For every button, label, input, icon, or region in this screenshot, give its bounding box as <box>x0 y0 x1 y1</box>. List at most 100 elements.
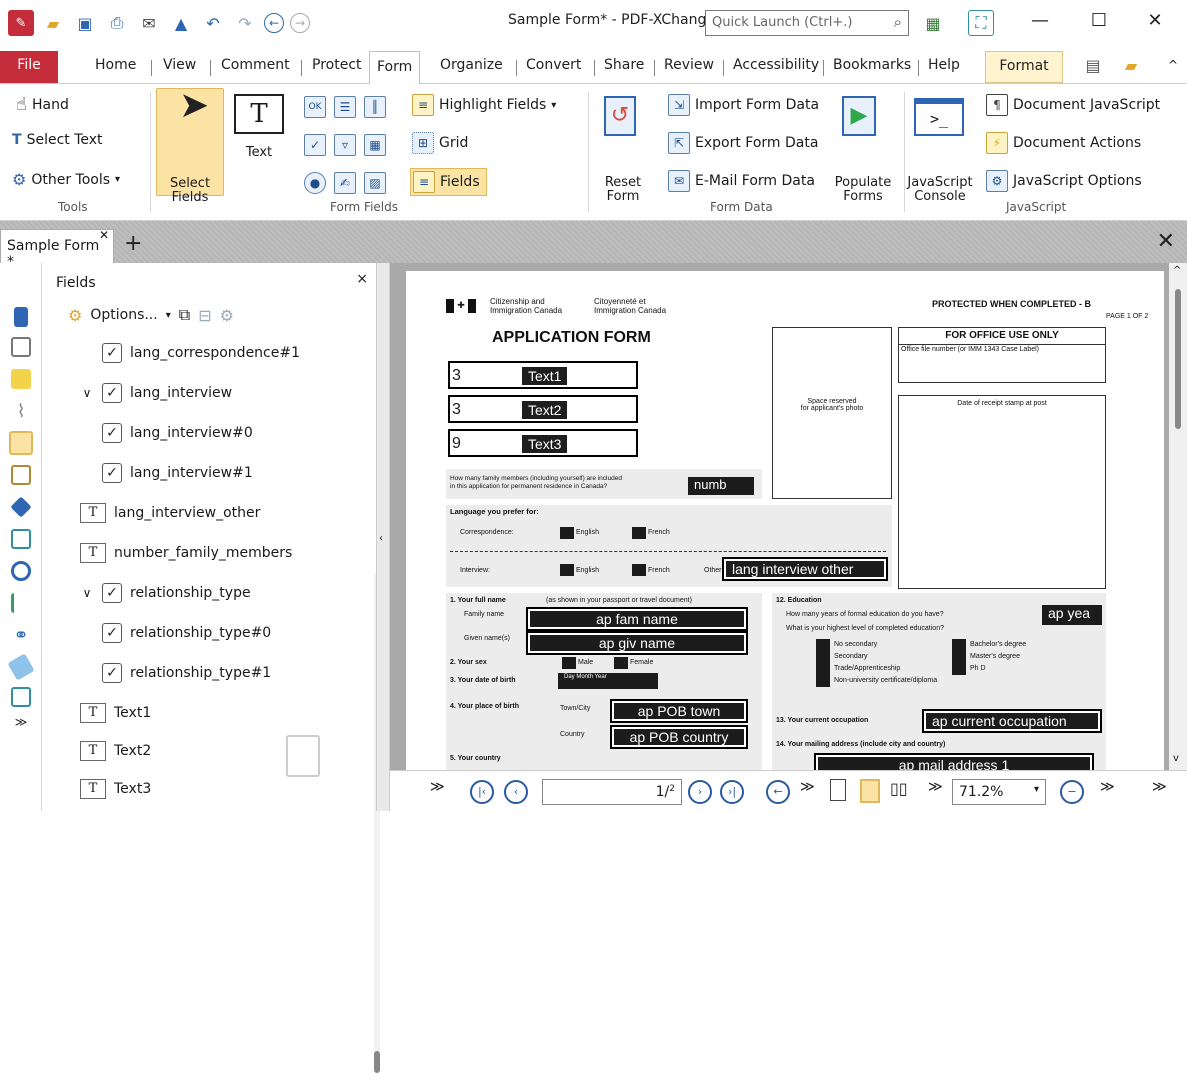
page-number-input[interactable]: 1/2 <box>542 779 682 805</box>
options-button[interactable]: Options... <box>90 307 157 323</box>
tab-review[interactable]: Review <box>657 54 721 80</box>
edu-nonuniv-checkbox[interactable] <box>816 675 830 687</box>
field-properties-icon[interactable]: ⊟ <box>198 306 211 325</box>
maximize-button[interactable]: ☐ <box>1084 10 1114 31</box>
links-icon[interactable]: ⚭ <box>11 625 31 646</box>
document-javascript-button[interactable]: ¶ Document JavaScript <box>986 94 1160 116</box>
tags-icon[interactable] <box>11 529 31 549</box>
signature-field-icon[interactable]: ✍ <box>334 172 356 194</box>
tree-item[interactable]: ∨ ✓ lang_interview <box>80 383 232 403</box>
javascript-console-button[interactable]: >_ JavaScript Console <box>904 90 976 204</box>
tree-item[interactable]: ✓ lang_interview#0 <box>102 423 253 443</box>
close-tab-icon[interactable]: ✕ <box>99 228 109 242</box>
document-scrollbar[interactable]: ^ v <box>1169 263 1187 770</box>
tag-icon[interactable] <box>7 653 35 681</box>
ui-options-icon[interactable]: ▦ <box>920 10 946 36</box>
quick-launch-input[interactable]: Quick Launch (Ctrl+.) ⌕ <box>705 10 909 36</box>
facing-view-icon[interactable]: ▯▯ <box>890 779 908 798</box>
tree-item[interactable]: ∨ ✓ relationship_type <box>80 583 251 603</box>
pob-town-field[interactable]: ap POB town <box>610 699 748 723</box>
more-options-icon[interactable]: ≫ <box>800 779 815 795</box>
tab-home[interactable]: Home <box>88 54 143 80</box>
more-options-icon[interactable]: ≫ <box>430 779 445 795</box>
properties-icon[interactable] <box>11 465 31 485</box>
import-form-data-button[interactable]: ⇲ Import Form Data <box>668 94 819 116</box>
email-icon[interactable]: ✉ <box>136 10 162 36</box>
tab-comment[interactable]: Comment <box>214 54 297 80</box>
export-form-data-button[interactable]: ⇱ Export Form Data <box>668 132 818 154</box>
edu-phd-checkbox[interactable] <box>952 663 966 675</box>
select-fields-button[interactable]: ➤ Select Fields <box>156 88 224 205</box>
zoom-select[interactable]: 71.2% ▾ <box>952 779 1046 805</box>
text1-field[interactable]: 3 Text1 <box>448 361 638 389</box>
date-field-icon[interactable]: ▦ <box>364 134 386 156</box>
email-form-data-button[interactable]: ✉ E-Mail Form Data <box>668 170 815 192</box>
family-name-field[interactable]: ap fam name <box>526 607 748 631</box>
previous-view-button[interactable]: ← <box>766 780 790 804</box>
search-folder-icon[interactable]: ▰ <box>1118 52 1144 78</box>
tree-item[interactable]: T Text2 <box>80 741 151 761</box>
more-options-icon[interactable]: ≫ <box>1152 779 1167 795</box>
panel-splitter[interactable]: ‹ <box>376 263 390 811</box>
listbox-field-icon[interactable]: ☰ <box>334 96 356 118</box>
tab-form[interactable]: Form <box>369 51 421 85</box>
collapse-all-icon[interactable]: ⧉ <box>179 305 190 325</box>
thumbnails-icon[interactable] <box>11 337 31 357</box>
structure-icon[interactable] <box>11 593 31 613</box>
save-icon[interactable]: ▣ <box>72 10 98 36</box>
layers-icon[interactable] <box>10 496 32 518</box>
select-text-button[interactable]: T Select Text <box>12 132 103 148</box>
edu-bachelor-checkbox[interactable] <box>952 639 966 651</box>
tab-view[interactable]: View <box>156 54 203 80</box>
close-document-button[interactable]: ✕ <box>1157 229 1175 254</box>
image-field-icon[interactable]: ▨ <box>364 172 386 194</box>
tree-item[interactable]: ✓ relationship_type#1 <box>102 663 271 683</box>
tree-item[interactable]: Tlang_interview_other <box>80 503 260 523</box>
back-icon[interactable]: ← <box>264 13 284 33</box>
barcode-field-icon[interactable]: ║ <box>364 96 386 118</box>
document-actions-button[interactable]: ⚡ Document Actions <box>986 132 1141 154</box>
number-family-members-field[interactable]: numb <box>688 477 754 495</box>
tab-accessibility[interactable]: Accessibility <box>726 54 826 80</box>
button-field-icon[interactable]: OK <box>304 96 326 118</box>
mailing-address-field[interactable]: ap mail address 1 <box>814 753 1094 770</box>
pob-country-field[interactable]: ap POB country <box>610 725 748 749</box>
edu-no-secondary-checkbox[interactable] <box>816 639 830 651</box>
grid-button[interactable]: ⊞ Grid <box>412 132 468 154</box>
combobox-field-icon[interactable]: ▿ <box>334 134 356 156</box>
current-occupation-field[interactable]: ap current occupation <box>922 709 1102 733</box>
lang-correspondence-french[interactable] <box>632 527 646 539</box>
chevron-down-icon[interactable]: ∨ <box>80 386 94 400</box>
field-settings-icon[interactable]: ⚙ <box>220 306 234 325</box>
tab-file[interactable]: File <box>0 51 58 83</box>
zoom-out-button[interactable]: − <box>1060 780 1084 804</box>
populate-forms-button[interactable]: ▶ Populate Forms <box>828 90 898 204</box>
edu-trade-checkbox[interactable] <box>816 663 830 675</box>
hand-tool-button[interactable]: ☝ Hand <box>16 94 69 115</box>
print-icon[interactable]: ⎙ <box>104 10 130 36</box>
comments-icon[interactable] <box>11 369 31 389</box>
close-button[interactable]: ✕ <box>1140 10 1170 31</box>
tab-convert[interactable]: Convert <box>519 54 588 80</box>
sex-female-checkbox[interactable] <box>614 657 628 669</box>
find-icon[interactable]: ▤ <box>1080 52 1106 78</box>
edu-secondary-checkbox[interactable] <box>816 651 830 663</box>
lang-interview-french[interactable] <box>632 564 646 576</box>
tree-item[interactable]: T Text1 <box>80 703 151 723</box>
collapse-ribbon-icon[interactable]: ^ <box>1160 52 1186 78</box>
destinations-icon[interactable] <box>11 561 31 581</box>
tab-protect[interactable]: Protect <box>305 54 369 80</box>
tree-item[interactable]: ✓ lang_interview#1 <box>102 463 253 483</box>
undo-icon[interactable]: ↶ <box>200 10 226 36</box>
scan-icon[interactable]: ▲ <box>168 10 194 36</box>
attachments-icon[interactable]: ⌇ <box>11 401 31 422</box>
scroll-down-icon[interactable]: v <box>1173 753 1179 764</box>
articles-icon[interactable] <box>11 687 31 707</box>
open-icon[interactable]: ▰ <box>40 10 66 36</box>
text3-field[interactable]: 9 Text3 <box>448 429 638 457</box>
tab-bookmarks[interactable]: Bookmarks <box>826 54 918 80</box>
scroll-up-icon[interactable]: ^ <box>1173 265 1181 276</box>
panel-scroll-thumb[interactable] <box>374 1051 380 1073</box>
highlight-fields-button[interactable]: ≡ Highlight Fields ▾ <box>412 94 556 116</box>
tree-item[interactable]: ✓ lang_correspondence#1 <box>102 343 300 363</box>
